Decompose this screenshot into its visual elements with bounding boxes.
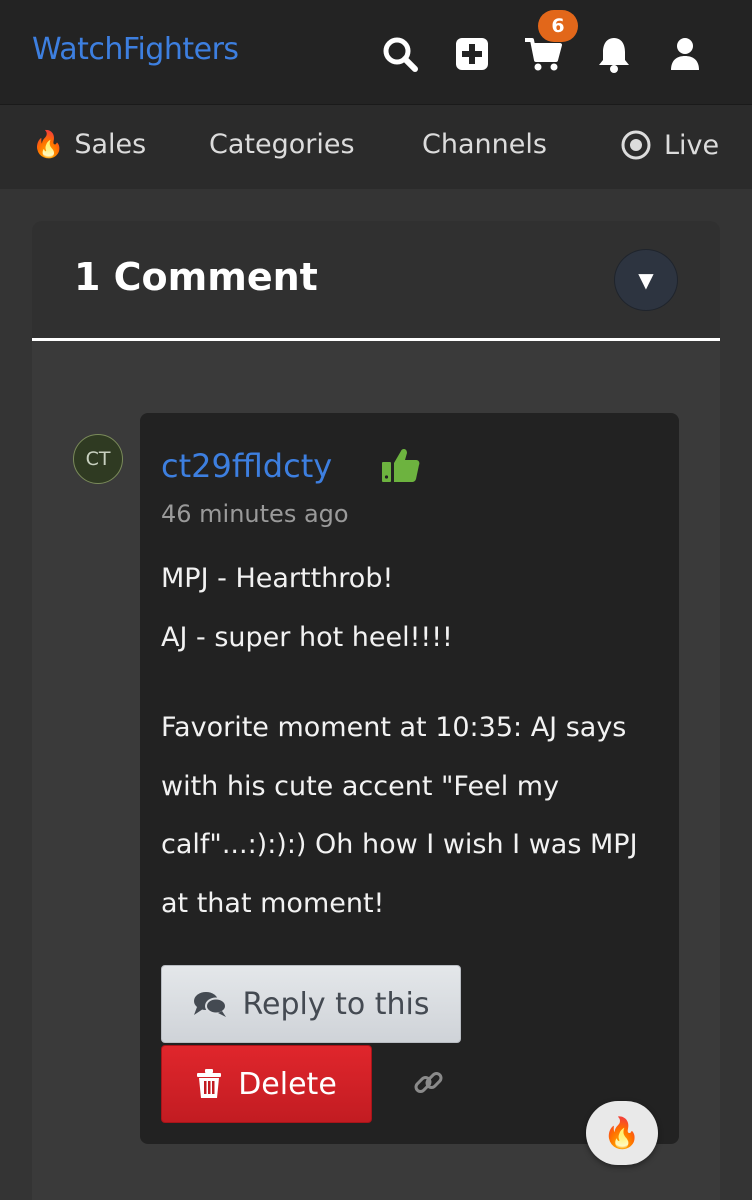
nav-item-sales[interactable]: 🔥 Sales <box>32 129 146 160</box>
nav-item-live[interactable]: Live <box>620 129 719 161</box>
add-icon[interactable] <box>452 34 492 74</box>
triangle-down-icon: ▼ <box>638 268 654 292</box>
link-icon[interactable] <box>413 1067 445 1103</box>
live-icon <box>620 129 652 161</box>
comment-timestamp: 46 minutes ago <box>161 500 349 528</box>
comments-icon <box>192 989 228 1019</box>
fire-icon: 🔥 <box>32 129 65 160</box>
cart-count-badge: 6 <box>538 10 578 42</box>
avatar[interactable]: CT <box>73 434 123 484</box>
fire-icon: 🔥 <box>603 1115 641 1151</box>
nav-item-categories[interactable]: Categories <box>209 129 355 160</box>
site-logo[interactable]: WatchFighters <box>32 32 239 67</box>
nav-item-label: Live <box>664 129 720 161</box>
bell-icon[interactable] <box>594 34 634 74</box>
comments-header: 1 Comment ▼ <box>32 221 720 341</box>
reply-button-label: Reply to this <box>242 986 430 1022</box>
thumbs-up-icon[interactable] <box>381 446 421 488</box>
trash-icon <box>196 1069 222 1099</box>
delete-button[interactable]: Delete <box>161 1045 372 1123</box>
user-icon[interactable] <box>665 34 705 74</box>
nav-item-label: Categories <box>209 129 355 160</box>
comment-text-line: with his cute accent "Feel my <box>161 771 560 802</box>
nav-item-channels[interactable]: Channels <box>422 129 547 160</box>
fire-reaction-button[interactable]: 🔥 <box>586 1101 658 1165</box>
nav-item-label: Sales <box>74 129 147 160</box>
comment-text-line: calf"...:):):) Oh how I wish I was MPJ <box>161 829 638 860</box>
collapse-toggle-button[interactable]: ▼ <box>614 249 678 311</box>
comment-text-line: Favorite moment at 10:35: AJ says <box>161 712 627 743</box>
top-header: WatchFighters 6 <box>0 0 752 105</box>
nav-item-label: Channels <box>422 129 547 160</box>
category-nav: 🔥 Sales Categories Channels Live <box>0 105 752 189</box>
comments-title: 1 Comment <box>74 255 318 299</box>
search-icon[interactable] <box>380 34 420 74</box>
comment-text-line: AJ - super hot heel!!!! <box>161 622 453 653</box>
comment-username[interactable]: ct29ffldcty <box>161 447 332 485</box>
delete-button-label: Delete <box>238 1066 337 1102</box>
comment-text-line: at that moment! <box>161 888 385 919</box>
reply-button[interactable]: Reply to this <box>161 965 461 1043</box>
comment-text-line: MPJ - Heartthrob! <box>161 563 394 594</box>
